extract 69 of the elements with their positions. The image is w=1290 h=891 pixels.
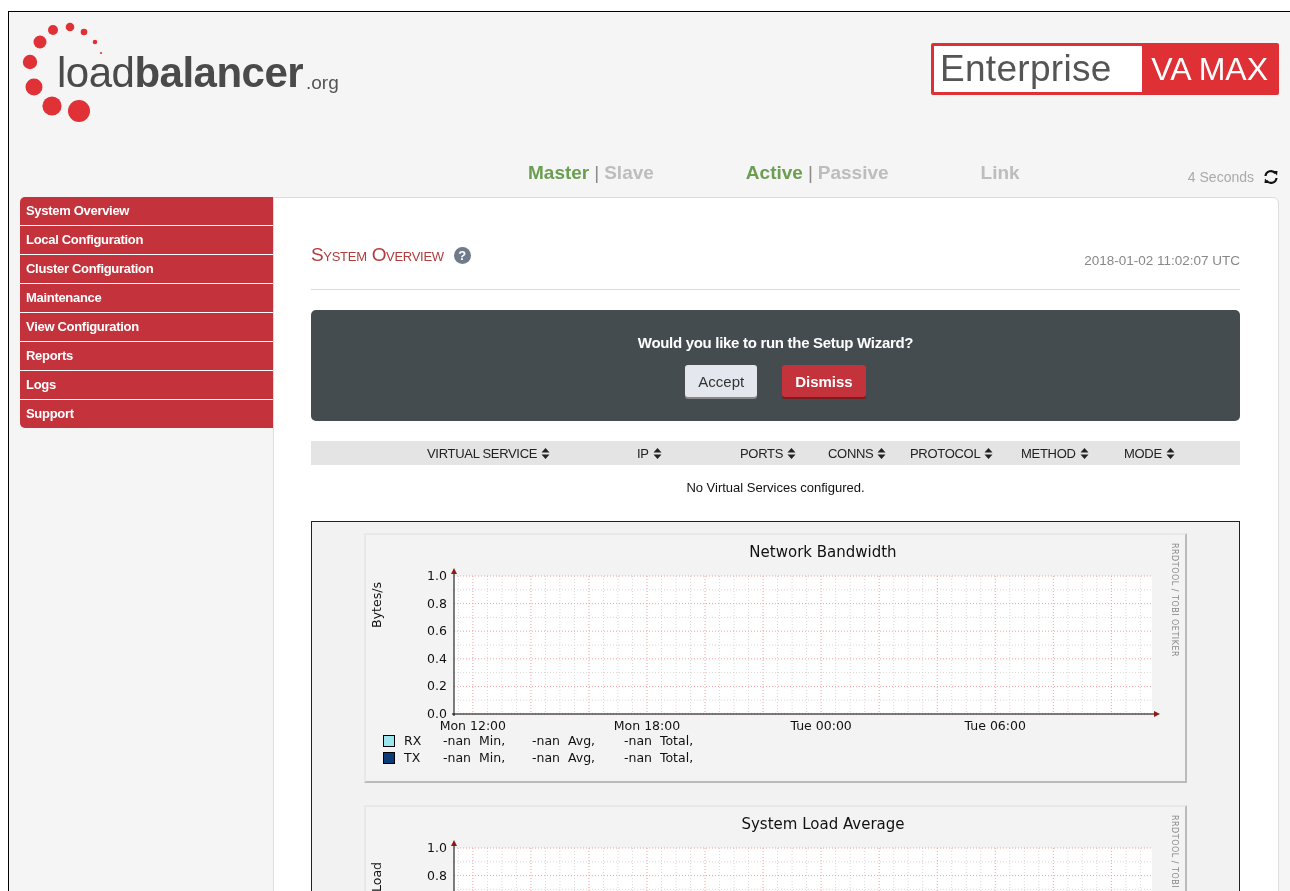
refresh-icon[interactable] <box>1263 168 1279 185</box>
legend-stat: -nan Min, <box>443 750 506 765</box>
sort-icon <box>787 447 797 459</box>
column-header[interactable]: VIRTUAL SERVICE <box>427 445 538 461</box>
column-header[interactable]: CONNS <box>828 445 874 461</box>
wizard-question: Would you like to run the Setup Wizard? <box>636 334 915 351</box>
axis-title: Bytes/s <box>369 582 384 628</box>
legend-stat: -nan Avg, <box>532 733 596 748</box>
chart-title: Network Bandwidth <box>749 543 897 561</box>
credit-label: RRDTOOL / TOBI OETIKER <box>1170 543 1179 658</box>
sidebar-item[interactable]: Maintenance <box>20 284 273 313</box>
sidebar-item[interactable]: Support <box>20 400 273 428</box>
tick-label: 1.0 <box>427 840 447 855</box>
empty-message: No Virtual Services configured. <box>685 480 866 496</box>
column-header[interactable]: PROTOCOL <box>910 445 981 461</box>
legend-label: RX <box>404 733 422 748</box>
sort-icon <box>984 447 994 459</box>
tick-label: 0.8 <box>427 595 447 611</box>
tick-label: 0.6 <box>427 623 447 639</box>
tick-label: Mon 18:00 <box>613 718 681 733</box>
legend-stat: -nan Total, <box>624 750 694 765</box>
legend-label: TX <box>404 750 421 765</box>
tick-label: Tue 06:00 <box>964 718 1026 733</box>
tick-label: 0.2 <box>427 678 447 694</box>
column-header[interactable]: METHOD <box>1021 445 1076 461</box>
y-axis <box>451 840 457 891</box>
legend-stat: -nan Total, <box>624 733 694 748</box>
sidebar-item[interactable]: Reports <box>20 342 273 371</box>
dismiss-button[interactable]: Dismiss <box>782 365 866 397</box>
sidebar-item[interactable]: Local Configuration <box>20 226 273 255</box>
tick-label: 1.0 <box>427 568 447 583</box>
axis-title: Load <box>369 862 384 891</box>
sort-icon <box>877 447 887 459</box>
tick-label: Tue 00:00 <box>790 718 852 733</box>
status-label: Passive <box>817 161 889 184</box>
column-header[interactable]: PORTS <box>740 445 784 461</box>
status-label: Slave <box>604 161 654 184</box>
sort-icon <box>541 447 551 459</box>
status-label: Active <box>745 161 803 184</box>
status-label: Master <box>528 161 590 184</box>
separator: | <box>807 161 813 184</box>
help-icon[interactable]: ? <box>453 246 471 264</box>
page-title: System Overview <box>311 244 444 266</box>
sort-icon <box>1079 447 1089 459</box>
product-label: VA MAX <box>1142 46 1276 92</box>
tick-label: 0.0 <box>427 706 447 721</box>
logo-wordmark: loadbalancer <box>57 48 304 98</box>
logo-suffix: .org <box>306 72 339 94</box>
tick-label: 0.8 <box>427 867 447 883</box>
legend-stat: -nan Avg, <box>532 750 596 765</box>
sort-icon <box>1165 447 1175 459</box>
credit-label: RRDTOOL / TOBI <box>1170 815 1179 889</box>
sidebar-item[interactable]: Cluster Configuration <box>20 255 273 284</box>
chart-title: System Load Average <box>741 815 905 833</box>
sidebar-item[interactable]: View Configuration <box>20 313 273 342</box>
timestamp: 2018-01-02 11:02:07 UTC <box>1084 252 1240 268</box>
tick-label: Mon 12:00 <box>439 718 507 733</box>
accept-button[interactable]: Accept <box>685 365 758 397</box>
separator: | <box>594 161 600 184</box>
sidebar-item[interactable]: Logs <box>20 371 273 400</box>
tick-label: 0.4 <box>427 650 447 666</box>
edition-label: Enterprise <box>934 46 1143 92</box>
column-header[interactable]: IP <box>637 445 649 461</box>
refresh-interval: 4 Seconds <box>1187 168 1254 185</box>
sidebar-item[interactable]: System Overview <box>20 197 273 226</box>
status-label: Link <box>980 161 1020 184</box>
legend-stat: -nan Min, <box>443 733 506 748</box>
column-header[interactable]: MODE <box>1124 445 1162 461</box>
sort-icon <box>652 447 662 459</box>
